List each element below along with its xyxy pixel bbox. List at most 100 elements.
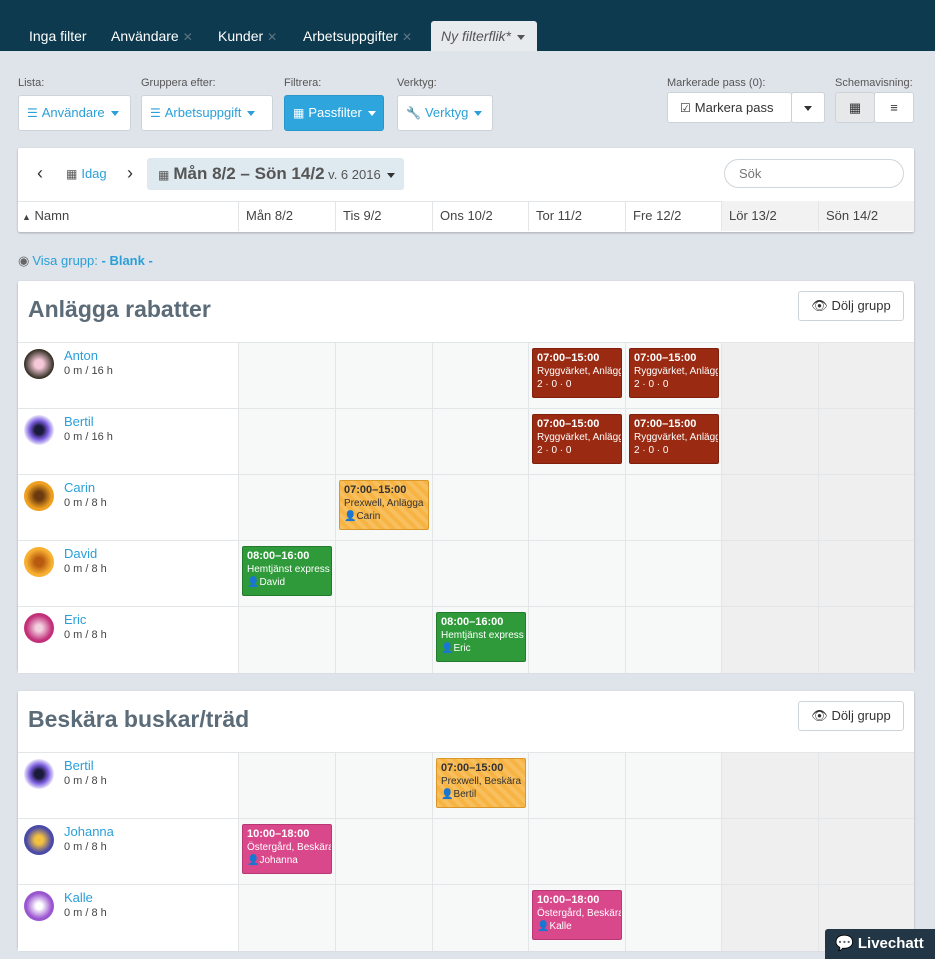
search-input[interactable]	[724, 159, 904, 188]
day-cell[interactable]	[625, 819, 721, 885]
day-cell[interactable]	[818, 541, 914, 607]
day-cell[interactable]	[432, 819, 528, 885]
avatar	[24, 825, 54, 855]
gruppera-dropdown[interactable]: ☰ Arbetsuppgift	[141, 95, 273, 131]
day-cell[interactable]	[721, 607, 818, 673]
close-icon[interactable]: ✕	[183, 30, 193, 44]
day-cell[interactable]	[335, 819, 432, 885]
day-cell[interactable]	[625, 541, 721, 607]
user-name[interactable]: Bertil	[64, 414, 94, 429]
day-cell[interactable]	[238, 343, 335, 409]
day-cell[interactable]	[528, 753, 625, 819]
date-range-picker[interactable]: ▦ Mån 8/2 – Sön 14/2 v. 6 2016	[147, 158, 404, 190]
shift-block[interactable]: 07:00–15:00 Ryggvärket, Anlägga 2 · 0 · 0	[629, 414, 719, 464]
day-cell[interactable]	[238, 607, 335, 673]
dropdown-value: Användare	[41, 105, 105, 120]
user-name[interactable]: Bertil	[64, 758, 94, 773]
day-cell[interactable]	[238, 409, 335, 475]
day-cell[interactable]	[625, 475, 721, 541]
day-cell[interactable]	[818, 343, 914, 409]
shift-block[interactable]: 08:00–16:00 Hemtjänst express 👤Eric	[436, 612, 526, 662]
day-cell[interactable]	[721, 885, 818, 951]
day-cell[interactable]	[432, 409, 528, 475]
tab-anvandare[interactable]: Användare ✕	[111, 21, 193, 51]
shift-person: Kalle	[549, 921, 572, 932]
grid-view-button[interactable]: ▦	[835, 92, 875, 123]
day-cell[interactable]	[528, 541, 625, 607]
lista-label: Lista:	[18, 77, 45, 89]
day-cell[interactable]	[721, 343, 818, 409]
day-cell[interactable]	[432, 475, 528, 541]
day-cell[interactable]	[335, 885, 432, 951]
shift-block[interactable]: 10:00–18:00 Östergård, Beskära 👤Johanna	[242, 824, 332, 874]
day-cell[interactable]	[528, 819, 625, 885]
verktyg-dropdown[interactable]: 🔧 Verktyg	[397, 95, 493, 131]
user-name[interactable]: Kalle	[64, 890, 93, 905]
user-name[interactable]: Anton	[64, 348, 98, 363]
list-view-button[interactable]: ≡	[874, 92, 914, 123]
shift-block[interactable]: 07:00–15:00 Ryggvärket, Anlägga 2 · 0 · 0	[532, 414, 622, 464]
tab-arbetsuppgifter[interactable]: Arbetsuppgifter ✕	[303, 21, 412, 51]
table-row: Eric 0 m / 8 h 08:00–16:00 Hemtjänst expres…	[18, 606, 914, 673]
close-icon[interactable]: ✕	[267, 30, 277, 44]
markera-pass-button[interactable]: ☑ Markera pass	[667, 92, 792, 123]
close-icon[interactable]: ✕	[402, 30, 412, 44]
button-label: Markera pass	[694, 100, 774, 115]
user-name[interactable]: Carin	[64, 480, 95, 495]
day-cell[interactable]	[625, 607, 721, 673]
day-cell[interactable]	[818, 819, 914, 885]
day-cell[interactable]	[335, 541, 432, 607]
hide-group-button[interactable]: 👁 Dölj grupp	[798, 701, 904, 731]
day-cell[interactable]	[818, 409, 914, 475]
day-cell[interactable]	[238, 753, 335, 819]
day-cell[interactable]	[721, 409, 818, 475]
markera-pass-menu[interactable]	[791, 92, 825, 123]
shift-block[interactable]: 07:00–15:00 Ryggvärket, Anlägga 2 · 0 · 0	[532, 348, 622, 398]
livechat-button[interactable]: 💬 Livechatt	[825, 929, 935, 959]
day-cell[interactable]	[335, 753, 432, 819]
user-cell: Bertil 0 m / 16 h	[18, 409, 238, 475]
day-cell[interactable]	[625, 753, 721, 819]
day-cell[interactable]	[818, 607, 914, 673]
day-cell[interactable]	[721, 819, 818, 885]
day-cell[interactable]	[432, 343, 528, 409]
prev-week-icon[interactable]: ‹	[37, 163, 43, 184]
shift-stats: 2 · 0 · 0	[537, 379, 572, 390]
user-name[interactable]: David	[64, 546, 97, 561]
day-cell[interactable]	[238, 885, 335, 951]
day-cell[interactable]	[818, 475, 914, 541]
tab-kunder[interactable]: Kunder ✕	[218, 21, 277, 51]
day-header: Sön 14/2	[818, 201, 914, 231]
day-cell[interactable]	[721, 541, 818, 607]
day-cell[interactable]	[721, 475, 818, 541]
tab-ny-filterflik[interactable]: Ny filterflik*	[431, 21, 537, 51]
day-cell[interactable]	[238, 475, 335, 541]
day-cell[interactable]	[432, 885, 528, 951]
day-cell[interactable]	[432, 541, 528, 607]
lista-dropdown[interactable]: ☰ Användare	[18, 95, 131, 131]
name-column-header[interactable]: ▲ Namn	[18, 201, 238, 231]
day-cell[interactable]	[721, 753, 818, 819]
eye-icon: 👁	[811, 708, 828, 723]
shift-block[interactable]: 10:00–18:00 Östergård, Beskära 👤Kalle	[532, 890, 622, 940]
day-cell[interactable]	[335, 343, 432, 409]
user-name[interactable]: Johanna	[64, 824, 114, 839]
day-cell[interactable]	[625, 885, 721, 951]
visa-grupp-toggle[interactable]: ◉ Visa grupp: - Blank -	[18, 253, 153, 269]
today-button[interactable]: ▦ Idag	[66, 166, 107, 181]
shift-block[interactable]: 07:00–15:00 Ryggvärket, Anlägga 2 · 0 · 0	[629, 348, 719, 398]
day-cell[interactable]	[335, 607, 432, 673]
next-week-icon[interactable]: ›	[127, 163, 133, 184]
user-name[interactable]: Eric	[64, 612, 86, 627]
chevron-down-icon	[517, 34, 526, 40]
shift-block[interactable]: 07:00–15:00 Prexwell, Beskära 👤Bertil	[436, 758, 526, 808]
shift-block[interactable]: 07:00–15:00 Prexwell, Anlägga 👤Carin	[339, 480, 429, 530]
day-cell[interactable]	[818, 753, 914, 819]
shift-block[interactable]: 08:00–16:00 Hemtjänst express 👤David	[242, 546, 332, 596]
tab-inga-filter[interactable]: Inga filter	[29, 21, 87, 51]
day-cell[interactable]	[528, 475, 625, 541]
filtrera-dropdown[interactable]: ▦ Passfilter	[284, 95, 384, 131]
hide-group-button[interactable]: 👁 Dölj grupp	[798, 291, 904, 321]
day-cell[interactable]	[528, 607, 625, 673]
day-cell[interactable]	[335, 409, 432, 475]
